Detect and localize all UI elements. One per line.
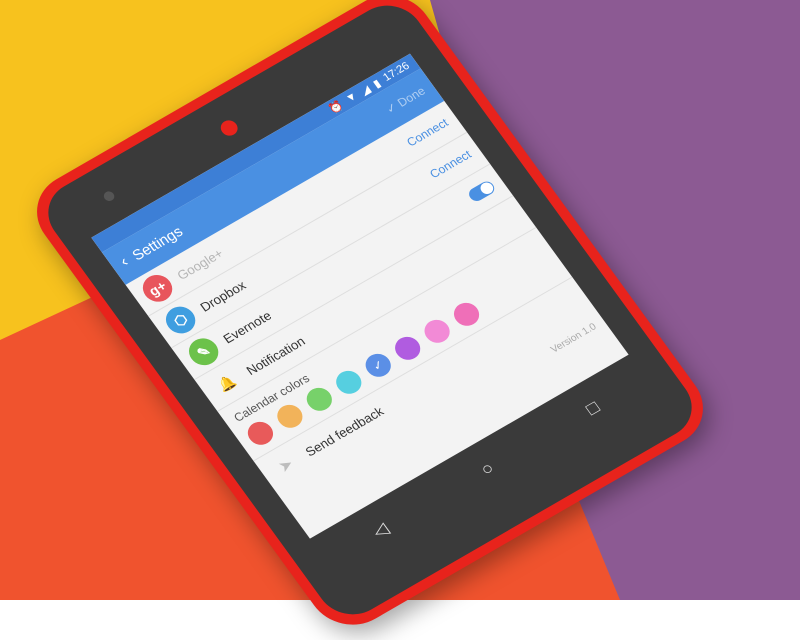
check-icon: ✓ xyxy=(369,357,387,374)
connect-button[interactable]: Connect xyxy=(427,147,474,181)
connect-button[interactable]: Connect xyxy=(404,116,451,150)
done-button[interactable]: ✓ Done xyxy=(383,84,428,116)
battery-icon: ▮ xyxy=(370,77,384,91)
arrow-back-icon[interactable]: ‹ xyxy=(117,254,132,271)
bell-icon: 🔔 xyxy=(214,372,239,394)
wifi-icon: ▼ xyxy=(343,90,360,106)
nav-back-icon[interactable]: ◁ xyxy=(368,518,392,542)
google-plus-icon: g+ xyxy=(137,269,178,307)
nav-recents-icon[interactable]: □ xyxy=(582,397,604,420)
evernote-icon: ✎ xyxy=(183,333,225,371)
sensor-dot xyxy=(101,189,117,203)
signal-icon: ◢ xyxy=(358,83,373,98)
front-camera xyxy=(217,117,241,139)
dropbox-icon: ⬡ xyxy=(160,301,202,339)
nav-home-icon[interactable]: ○ xyxy=(476,457,498,480)
